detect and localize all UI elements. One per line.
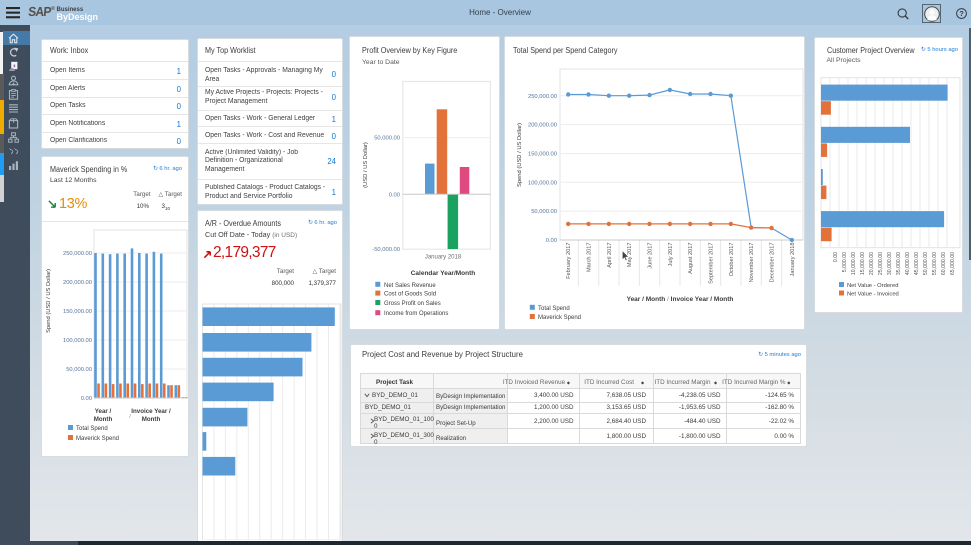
svg-text:Maverick Spend: Maverick Spend	[76, 436, 119, 442]
svg-text:Year /: Year /	[95, 408, 112, 415]
svg-text:March 2017: March 2017	[587, 243, 593, 273]
svg-text:100,000.00: 100,000.00	[63, 338, 92, 344]
svg-text:0.00: 0.00	[833, 252, 839, 262]
svg-text:Net Value - Invoiced: Net Value - Invoiced	[847, 292, 899, 298]
svg-text:Year / Month / Invoice Year /: Year / Month / Invoice Year / Month	[627, 296, 734, 303]
svg-text:150,000.00: 150,000.00	[63, 309, 92, 315]
svg-text:30,000.00: 30,000.00	[887, 252, 893, 275]
svg-text:25,000.00: 25,000.00	[878, 252, 884, 275]
svg-text:Cost of Goods Sold: Cost of Goods Sold	[384, 292, 436, 298]
svg-text:September 2017: September 2017	[709, 243, 715, 284]
svg-text:35,000.00: 35,000.00	[896, 252, 902, 275]
svg-text:40,000.00: 40,000.00	[905, 252, 911, 275]
svg-text:June 2017: June 2017	[648, 243, 654, 269]
svg-text:5,000.00: 5,000.00	[842, 252, 848, 272]
svg-text:November 2017: November 2017	[749, 242, 755, 282]
svg-text:April 2017: April 2017	[607, 243, 613, 268]
svg-text:Gross Profit on Sales: Gross Profit on Sales	[384, 301, 441, 307]
svg-text:Total Spend: Total Spend	[76, 426, 108, 432]
svg-text:February 2017: February 2017	[566, 243, 572, 279]
svg-text:Net Value - Ordered: Net Value - Ordered	[847, 283, 898, 289]
svg-text:Month: Month	[142, 416, 161, 423]
svg-text:-50,000.00: -50,000.00	[372, 247, 400, 253]
svg-text:50,000.00: 50,000.00	[374, 136, 400, 142]
svg-text:55,000.00: 55,000.00	[932, 252, 938, 275]
svg-text:150,000.00: 150,000.00	[528, 152, 557, 158]
svg-text:15,000.00: 15,000.00	[860, 252, 866, 275]
svg-text:Maverick Spend: Maverick Spend	[538, 315, 581, 321]
svg-text:50,000.00: 50,000.00	[923, 252, 929, 275]
svg-text:Month: Month	[94, 416, 113, 423]
svg-text:65,000.00: 65,000.00	[950, 252, 956, 275]
svg-text:50,000.00: 50,000.00	[66, 367, 92, 373]
svg-text:Spend (USD / US Dollar): Spend (USD / US Dollar)	[46, 269, 52, 333]
svg-text:250,000.00: 250,000.00	[528, 94, 557, 100]
svg-text:0.00: 0.00	[81, 396, 92, 402]
svg-text:0.00: 0.00	[546, 238, 557, 244]
svg-text:0.00: 0.00	[389, 192, 400, 198]
svg-text:45,000.00: 45,000.00	[914, 252, 920, 275]
svg-text:May 2017: May 2017	[627, 243, 633, 268]
svg-text:Spend (USD / US Dollar): Spend (USD / US Dollar)	[517, 123, 523, 187]
svg-text:(USD / US Dollar): (USD / US Dollar)	[363, 142, 369, 188]
svg-text:20,000.00: 20,000.00	[869, 252, 875, 275]
svg-text:?: ?	[959, 9, 964, 18]
svg-text:200,000.00: 200,000.00	[528, 123, 557, 129]
svg-text:January 2018: January 2018	[425, 255, 462, 261]
svg-text:October 2017: October 2017	[729, 243, 735, 277]
svg-text:10,000.00: 10,000.00	[851, 252, 857, 275]
svg-text:July 2017: July 2017	[668, 243, 674, 267]
svg-text:Invoice Year /: Invoice Year /	[131, 408, 171, 415]
svg-text:August 2017: August 2017	[688, 243, 694, 274]
svg-text:Income from Operations: Income from Operations	[384, 311, 448, 317]
svg-text:Total Spend: Total Spend	[538, 306, 570, 312]
svg-text:100,000.00: 100,000.00	[528, 180, 557, 186]
svg-text:250,000.00: 250,000.00	[63, 251, 92, 257]
svg-text:January 2018: January 2018	[790, 243, 796, 277]
svg-text:200,000.00: 200,000.00	[63, 280, 92, 286]
svg-text:December 2017: December 2017	[770, 243, 776, 283]
svg-text:Net Sales Revenue: Net Sales Revenue	[384, 283, 436, 289]
svg-text:50,000.00: 50,000.00	[531, 209, 557, 215]
svg-text:60,000.00: 60,000.00	[941, 252, 947, 275]
svg-text:Calendar Year/Month: Calendar Year/Month	[411, 270, 476, 277]
